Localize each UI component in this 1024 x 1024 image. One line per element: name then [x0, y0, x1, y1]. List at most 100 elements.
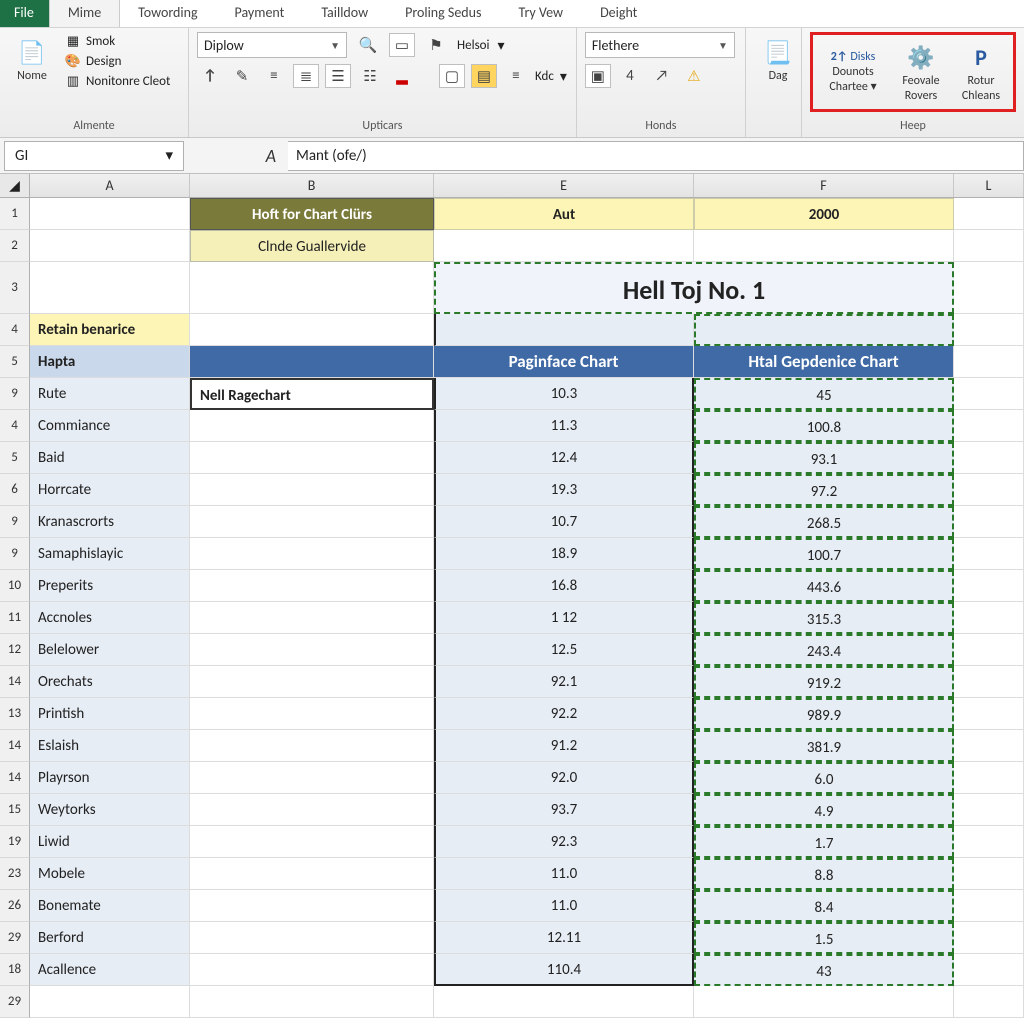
row-header[interactable]: 5 — [0, 346, 30, 378]
nome-button[interactable]: 📄 Nome — [8, 32, 56, 87]
row-header[interactable]: 13 — [0, 698, 30, 730]
design-item[interactable]: 🎨Design — [62, 52, 172, 70]
cell[interactable] — [954, 922, 1024, 954]
row-header[interactable]: 3 — [0, 262, 30, 314]
cell-value-f[interactable]: 381.9 — [694, 730, 954, 762]
tab-deight[interactable]: Deight — [582, 0, 656, 27]
cell-value-e[interactable]: 93.7 — [434, 794, 694, 826]
cell[interactable] — [190, 570, 434, 602]
helsoi-label[interactable]: Helsoi — [457, 38, 489, 53]
cell-b1[interactable]: Hoft for Chart Clürs — [190, 198, 434, 230]
cell-label[interactable]: Rute — [30, 378, 190, 410]
justify-icon[interactable]: ☰ — [325, 64, 351, 88]
cell[interactable] — [190, 506, 434, 538]
cell-value-e[interactable]: 10.7 — [434, 506, 694, 538]
tab-file[interactable]: File — [0, 0, 49, 27]
cell[interactable] — [954, 762, 1024, 794]
tab-payment[interactable]: Payment — [217, 0, 304, 27]
row-header[interactable]: 9 — [0, 378, 30, 410]
nonitonre-item[interactable]: ▥Nonitonre Cleot — [62, 72, 172, 90]
cell[interactable] — [954, 986, 1024, 1018]
cell[interactable] — [954, 506, 1024, 538]
name-box[interactable]: GI ▾ — [4, 141, 184, 171]
cell[interactable] — [954, 954, 1024, 986]
cell[interactable] — [954, 890, 1024, 922]
cell-label[interactable]: Mobele — [30, 858, 190, 890]
cell[interactable] — [954, 698, 1024, 730]
row-header[interactable]: 4 — [0, 410, 30, 442]
cell-value-f[interactable]: 8.8 — [694, 858, 954, 890]
cell[interactable] — [694, 986, 954, 1018]
cell[interactable] — [190, 794, 434, 826]
cell-value-e[interactable]: 10.3 — [434, 378, 694, 410]
cell[interactable] — [190, 410, 434, 442]
cell-value-e[interactable]: 11.0 — [434, 890, 694, 922]
cell-value-e[interactable]: 19.3 — [434, 474, 694, 506]
col-header-f[interactable]: F — [694, 174, 954, 197]
cell[interactable] — [954, 410, 1024, 442]
cell[interactable] — [954, 858, 1024, 890]
align-left-icon[interactable]: ≡ — [261, 64, 287, 88]
row-header[interactable]: 10 — [0, 570, 30, 602]
cell[interactable] — [190, 826, 434, 858]
feovale-button[interactable]: ⚙️ Feovale Rovers — [893, 37, 949, 107]
cell[interactable] — [190, 730, 434, 762]
cell-value-e[interactable]: 91.2 — [434, 730, 694, 762]
row-header[interactable]: 6 — [0, 474, 30, 506]
cell[interactable] — [30, 262, 190, 314]
cell[interactable] — [190, 890, 434, 922]
cell-value-f[interactable]: 1.7 — [694, 826, 954, 858]
cell[interactable] — [190, 314, 434, 346]
cell-value-e[interactable]: 92.0 — [434, 762, 694, 794]
flag-icon[interactable]: ⚑ — [423, 33, 449, 57]
row-header[interactable]: 29 — [0, 986, 30, 1018]
cell[interactable] — [190, 346, 434, 378]
formula-input[interactable]: Mant (ofe/) — [288, 141, 1024, 171]
cell-label[interactable]: Samaphislayic — [30, 538, 190, 570]
cell-label[interactable]: Printish — [30, 698, 190, 730]
cell-value-f[interactable]: 315.3 — [694, 602, 954, 634]
cell-label[interactable]: Preperits — [30, 570, 190, 602]
row-header[interactable]: 14 — [0, 666, 30, 698]
cell[interactable] — [954, 570, 1024, 602]
cell-value-f[interactable]: 93.1 — [694, 442, 954, 474]
cell-value-f[interactable]: 100.8 — [694, 410, 954, 442]
cell[interactable] — [954, 346, 1024, 378]
cell-label[interactable]: Berford — [30, 922, 190, 954]
cell-value-e[interactable]: 16.8 — [434, 570, 694, 602]
cell-label[interactable]: Horrcate — [30, 474, 190, 506]
cell-f5[interactable]: Htal Gepdenice Chart — [694, 346, 954, 378]
cell-value-e[interactable]: 92.3 — [434, 826, 694, 858]
row-header[interactable]: 11 — [0, 602, 30, 634]
row-header[interactable]: 5 — [0, 442, 30, 474]
row-header[interactable]: 26 — [0, 890, 30, 922]
cell-value-f[interactable]: 243.4 — [694, 634, 954, 666]
cell[interactable]: Nell Ragechart — [190, 378, 434, 410]
row-header[interactable]: 29 — [0, 922, 30, 954]
list-icon[interactable]: ☷ — [357, 64, 383, 88]
cell-value-f[interactable]: 1.5 — [694, 922, 954, 954]
cell-label[interactable]: Orechats — [30, 666, 190, 698]
cell-value-e[interactable]: 12.5 — [434, 634, 694, 666]
brush-icon[interactable]: ✎ — [229, 64, 255, 88]
cell-label[interactable]: Weytorks — [30, 794, 190, 826]
merge-icon[interactable]: ▢ — [439, 64, 465, 88]
tab-mime[interactable]: Mime — [49, 0, 120, 27]
kdc-label[interactable]: Kdc — [535, 69, 554, 84]
col-header-a[interactable]: A — [30, 174, 190, 197]
cell[interactable] — [30, 986, 190, 1018]
cell[interactable] — [190, 602, 434, 634]
cell-value-f[interactable]: 45 — [694, 378, 954, 410]
cell[interactable] — [190, 858, 434, 890]
cell-f1[interactable]: 2000 — [694, 198, 954, 230]
row-header[interactable]: 1 — [0, 198, 30, 230]
cell[interactable] — [954, 442, 1024, 474]
warning-icon[interactable]: ⚠ — [681, 64, 707, 88]
cell-value-e[interactable]: 92.1 — [434, 666, 694, 698]
col-header-e[interactable]: E — [434, 174, 694, 197]
cells-area[interactable]: Hoft for Chart Clürs Aut 2000 Clnde Gual… — [30, 198, 1024, 1018]
cell[interactable] — [190, 262, 434, 314]
cell[interactable] — [954, 826, 1024, 858]
cell[interactable] — [954, 474, 1024, 506]
cell[interactable] — [190, 922, 434, 954]
